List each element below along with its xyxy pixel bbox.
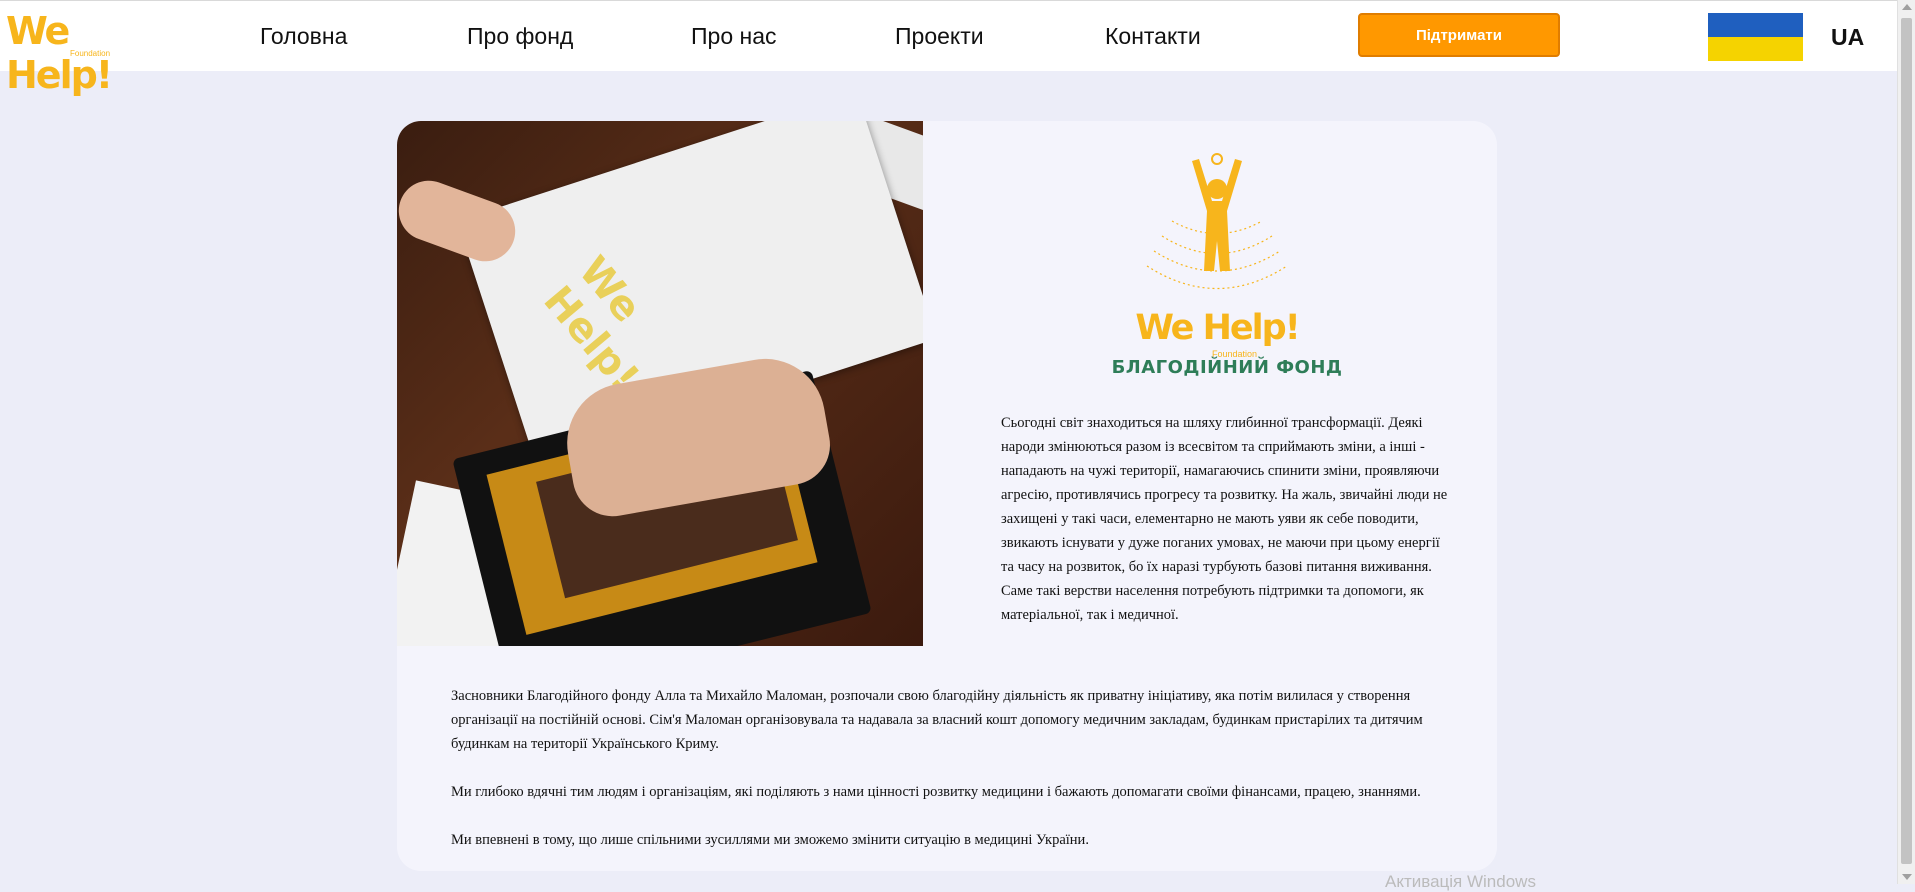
nav-item-about-fund[interactable]: Про фонд — [467, 23, 573, 50]
scroll-thumb[interactable] — [1901, 18, 1912, 864]
site-logo[interactable]: We Help! Foundation — [6, 9, 156, 97]
ukraine-flag-icon — [1708, 13, 1803, 61]
scroll-down-arrow-icon[interactable] — [1902, 874, 1912, 880]
site-header: We Help! Foundation Головна Про фонд Про… — [0, 0, 1898, 97]
fund-title: БЛАГОДІЙНИЙ ФОНД — [1111, 357, 1343, 378]
belief-paragraph: Ми впевнені в тому, що лише спільними зу… — [451, 832, 1089, 848]
language-selector[interactable]: UA — [1831, 24, 1864, 51]
logo-subtitle: Foundation — [70, 49, 111, 58]
scroll-up-arrow-icon[interactable] — [1902, 4, 1912, 10]
nav-item-home[interactable]: Головна — [260, 23, 347, 50]
intro-paragraph: Сьогодні світ знаходиться на шляху глиби… — [1001, 415, 1448, 623]
nav-item-about-us[interactable]: Про нас — [691, 23, 777, 50]
fund-logo-text: We Help! — [1135, 308, 1300, 348]
gratitude-paragraph: Ми глибоко вдячні тим людям і організаці… — [451, 784, 1421, 800]
nav-item-projects[interactable]: Проекти — [895, 23, 984, 50]
about-card: We Help! We Help! Foundation БЛАГОДІЙНИЙ… — [397, 121, 1497, 871]
vertical-scrollbar[interactable] — [1897, 0, 1915, 884]
founders-paragraph: Засновники Благодійного фонду Алла та Ми… — [451, 688, 1423, 752]
support-button[interactable]: Підтримати — [1358, 13, 1560, 57]
founder-stamp-photo: We Help! — [397, 121, 923, 646]
fund-logo: We Help! Foundation — [1132, 141, 1302, 359]
nav-item-contacts[interactable]: Контакти — [1105, 23, 1201, 50]
person-logo-icon — [1146, 153, 1288, 289]
windows-activation-watermark: Активація Windows — [1385, 872, 1536, 891]
